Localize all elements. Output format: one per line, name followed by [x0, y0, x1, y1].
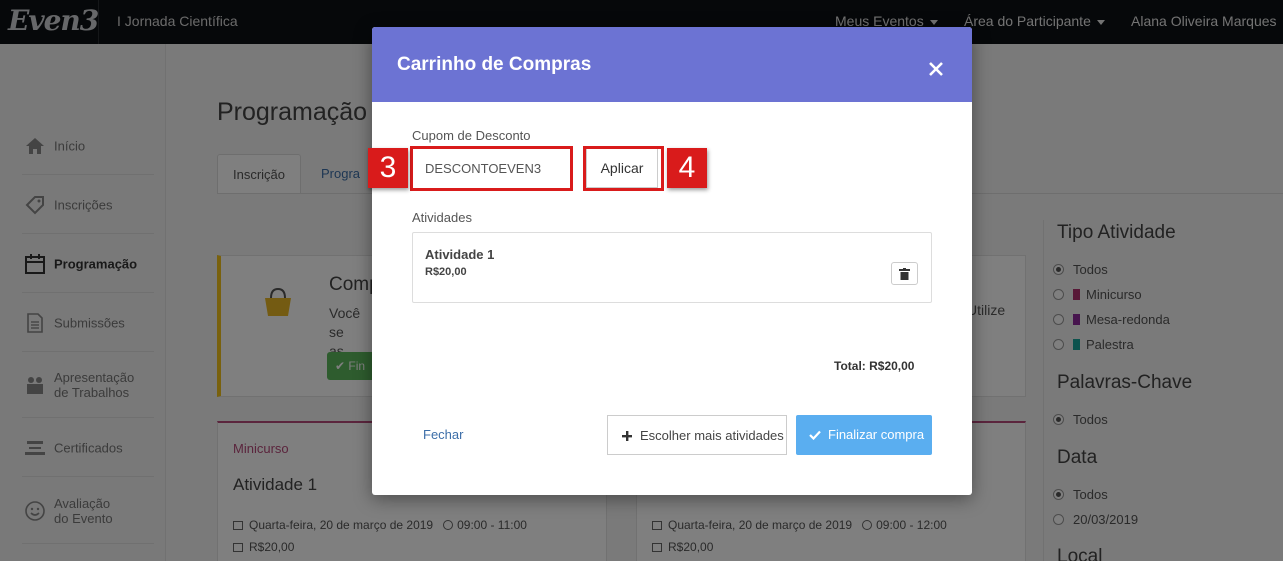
cart-item-price: R$20,00 [425, 266, 467, 278]
shopping-cart-modal: Carrinho de Compras Cupom de Desconto Ap… [372, 27, 972, 495]
coupon-label: Cupom de Desconto [412, 128, 531, 143]
activities-label: Atividades [412, 210, 472, 225]
plus-icon [622, 431, 632, 441]
cart-item: Atividade 1 R$20,00 [412, 232, 932, 303]
close-link[interactable]: Fechar [423, 427, 463, 442]
modal-header: Carrinho de Compras [372, 27, 972, 102]
trash-icon [899, 268, 910, 280]
finalize-purchase-label: Finalizar compra [828, 427, 925, 442]
highlight-apply-button [583, 146, 664, 191]
cart-item-name: Atividade 1 [425, 247, 495, 262]
cart-total: Total: R$20,00 [834, 359, 915, 373]
remove-item-button[interactable] [891, 262, 918, 285]
close-icon[interactable] [924, 57, 948, 81]
modal-title: Carrinho de Compras [397, 54, 592, 75]
step-badge-3: 3 [368, 148, 408, 188]
check-icon [809, 430, 821, 440]
highlight-coupon-input [410, 146, 573, 191]
choose-more-button[interactable]: Escolher mais atividades [607, 415, 787, 455]
choose-more-label: Escolher mais atividades [640, 428, 784, 443]
finalize-purchase-button[interactable]: Finalizar compra [796, 415, 932, 455]
step-badge-4: 4 [667, 148, 707, 188]
